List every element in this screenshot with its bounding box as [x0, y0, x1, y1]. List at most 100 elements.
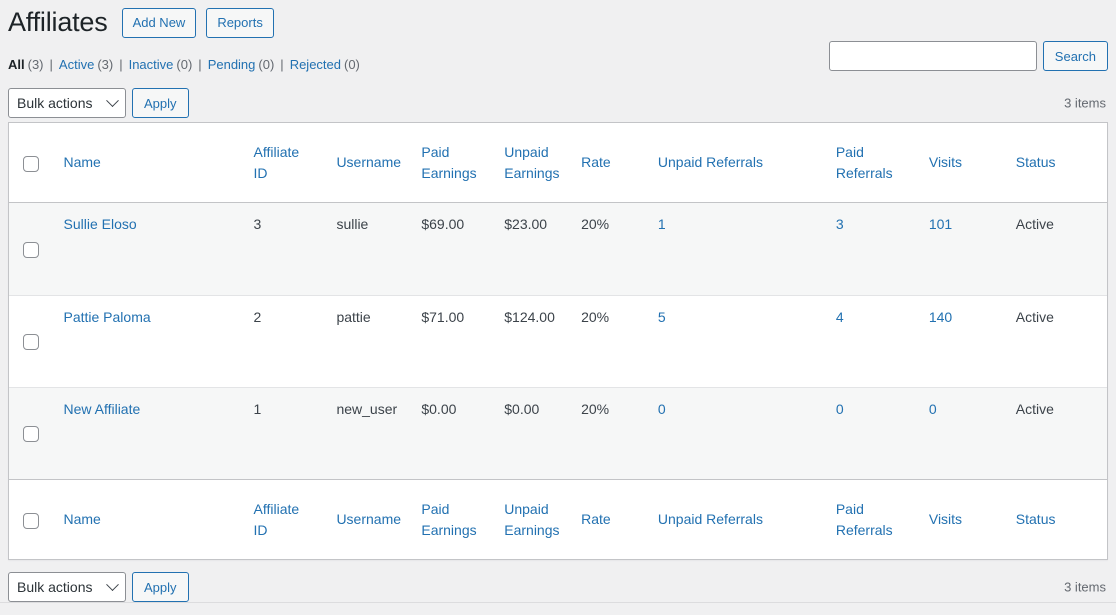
visits-link[interactable]: 140	[929, 309, 952, 325]
chevron-down-icon	[106, 578, 119, 592]
table-foot: Name Affiliate ID Username Paid Earnings…	[9, 479, 1107, 559]
column-sort-unpaid-referrals-footer[interactable]: Unpaid Referrals	[658, 511, 763, 527]
cell-affiliate-id: 1	[243, 387, 327, 479]
apply-button-top[interactable]: Apply	[132, 88, 189, 118]
column-header-unpaid-referrals[interactable]: Unpaid Referrals	[647, 123, 826, 203]
column-sort-paid-referrals[interactable]: Paid Referrals	[836, 144, 893, 180]
row-select-cell	[9, 203, 54, 295]
select-all-checkbox-top[interactable]	[23, 155, 39, 172]
cell-name: Sullie Eloso	[53, 203, 244, 295]
bulk-actions-label-top: Bulk actions	[17, 95, 93, 111]
row-checkbox[interactable]	[23, 426, 39, 442]
filter-link-rejected[interactable]: Rejected	[290, 52, 341, 78]
search-box: Search	[828, 41, 1108, 71]
column-sort-unpaid-earnings-footer[interactable]: Unpaid Earnings	[504, 501, 559, 537]
unpaid-referrals-link[interactable]: 0	[658, 401, 666, 417]
column-sort-unpaid-referrals[interactable]: Unpaid Referrals	[658, 154, 763, 170]
column-footer-affiliate-id[interactable]: Affiliate ID	[243, 479, 327, 559]
column-sort-rate-footer[interactable]: Rate	[581, 511, 611, 527]
column-footer-rate[interactable]: Rate	[571, 479, 648, 559]
filter-separator: |	[49, 57, 53, 72]
cell-paid-earnings: $0.00	[411, 387, 495, 479]
table-row: Pattie Paloma 2 pattie $71.00 $124.00 20…	[9, 295, 1107, 387]
filter-link-active[interactable]: Active	[59, 52, 94, 78]
search-button[interactable]: Search	[1042, 41, 1108, 71]
paid-referrals-link[interactable]: 4	[836, 309, 844, 325]
row-checkbox[interactable]	[23, 334, 39, 350]
tablenav-top: Bulk actions Apply 3 items	[8, 84, 1108, 122]
column-footer-paid-referrals[interactable]: Paid Referrals	[825, 479, 919, 559]
select-all-checkbox-bottom[interactable]	[23, 512, 39, 529]
column-sort-name[interactable]: Name	[63, 154, 100, 170]
column-sort-rate[interactable]: Rate	[581, 154, 611, 170]
filter-link-all[interactable]: All	[8, 52, 25, 78]
column-header-unpaid-earnings[interactable]: Unpaid Earnings	[494, 123, 572, 203]
filter-count-rejected: (0)	[344, 57, 360, 72]
apply-button-bottom[interactable]: Apply	[132, 572, 189, 602]
unpaid-referrals-link[interactable]: 5	[658, 309, 666, 325]
table-footer-row: Name Affiliate ID Username Paid Earnings…	[9, 479, 1107, 559]
column-sort-status[interactable]: Status	[1016, 154, 1056, 170]
column-sort-unpaid-earnings[interactable]: Unpaid Earnings	[504, 144, 559, 180]
column-footer-name[interactable]: Name	[53, 479, 244, 559]
affiliate-name-link[interactable]: Sullie Eloso	[63, 216, 136, 232]
cell-unpaid-referrals: 5	[647, 295, 826, 387]
column-sort-visits[interactable]: Visits	[929, 154, 962, 170]
visits-link[interactable]: 0	[929, 401, 937, 417]
row-checkbox[interactable]	[23, 241, 39, 258]
column-header-visits[interactable]: Visits	[918, 123, 1006, 203]
column-header-rate[interactable]: Rate	[571, 123, 648, 203]
column-sort-username[interactable]: Username	[336, 154, 401, 170]
column-sort-status-footer[interactable]: Status	[1016, 511, 1056, 527]
paid-referrals-link[interactable]: 0	[836, 401, 844, 417]
cell-name: Pattie Paloma	[53, 295, 244, 387]
reports-button[interactable]: Reports	[206, 7, 274, 38]
column-header-name[interactable]: Name	[53, 123, 244, 203]
filter-count-all: (3)	[27, 57, 44, 72]
cell-status: Active	[1005, 387, 1107, 479]
filter-count-active: (3)	[97, 57, 114, 72]
unpaid-referrals-link[interactable]: 1	[658, 216, 666, 232]
column-header-username[interactable]: Username	[326, 123, 412, 203]
add-new-button[interactable]: Add New	[121, 7, 197, 38]
bulk-actions-label-bottom: Bulk actions	[17, 579, 93, 595]
column-header-affiliate-id[interactable]: Affiliate ID	[243, 123, 327, 203]
filter-link-pending[interactable]: Pending	[208, 52, 256, 78]
column-sort-paid-earnings-footer[interactable]: Paid Earnings	[421, 501, 476, 537]
column-footer-unpaid-earnings[interactable]: Unpaid Earnings	[494, 479, 572, 559]
filter-item-inactive: Inactive (0) |	[129, 52, 208, 78]
filter-separator: |	[119, 57, 123, 72]
column-footer-unpaid-referrals[interactable]: Unpaid Referrals	[647, 479, 826, 559]
paid-referrals-link[interactable]: 3	[836, 216, 844, 232]
bulk-actions-select-top[interactable]: Bulk actions	[8, 88, 126, 118]
column-footer-status[interactable]: Status	[1005, 479, 1107, 559]
visits-link[interactable]: 101	[929, 216, 952, 232]
column-sort-paid-referrals-footer[interactable]: Paid Referrals	[836, 501, 893, 537]
cell-rate: 20%	[571, 203, 648, 295]
column-header-paid-earnings[interactable]: Paid Earnings	[411, 123, 495, 203]
column-sort-name-footer[interactable]: Name	[63, 511, 100, 527]
column-sort-visits-footer[interactable]: Visits	[929, 511, 962, 527]
column-header-paid-referrals[interactable]: Paid Referrals	[825, 123, 919, 203]
column-footer-visits[interactable]: Visits	[918, 479, 1006, 559]
search-input[interactable]	[828, 41, 1037, 71]
displaying-num-top: 3 items	[1064, 95, 1106, 111]
column-sort-affiliate-id[interactable]: Affiliate ID	[254, 144, 300, 180]
column-sort-affiliate-id-footer[interactable]: Affiliate ID	[254, 501, 300, 537]
filter-separator: |	[198, 57, 202, 72]
affiliate-name-link[interactable]: New Affiliate	[63, 401, 140, 417]
column-header-status[interactable]: Status	[1005, 123, 1107, 203]
filter-link-inactive[interactable]: Inactive	[129, 52, 174, 78]
cell-paid-referrals: 3	[825, 203, 919, 295]
column-sort-paid-earnings[interactable]: Paid Earnings	[421, 144, 476, 180]
cell-unpaid-referrals: 1	[647, 203, 826, 295]
cell-name: New Affiliate	[53, 387, 244, 479]
column-footer-paid-earnings[interactable]: Paid Earnings	[411, 479, 495, 559]
affiliate-name-link[interactable]: Pattie Paloma	[63, 309, 150, 325]
cell-paid-referrals: 4	[825, 295, 919, 387]
column-sort-username-footer[interactable]: Username	[336, 511, 401, 527]
column-footer-username[interactable]: Username	[326, 479, 412, 559]
page-title: Affiliates	[8, 6, 108, 37]
bulk-actions-select-bottom[interactable]: Bulk actions	[8, 572, 126, 602]
cell-status: Active	[1005, 295, 1107, 387]
